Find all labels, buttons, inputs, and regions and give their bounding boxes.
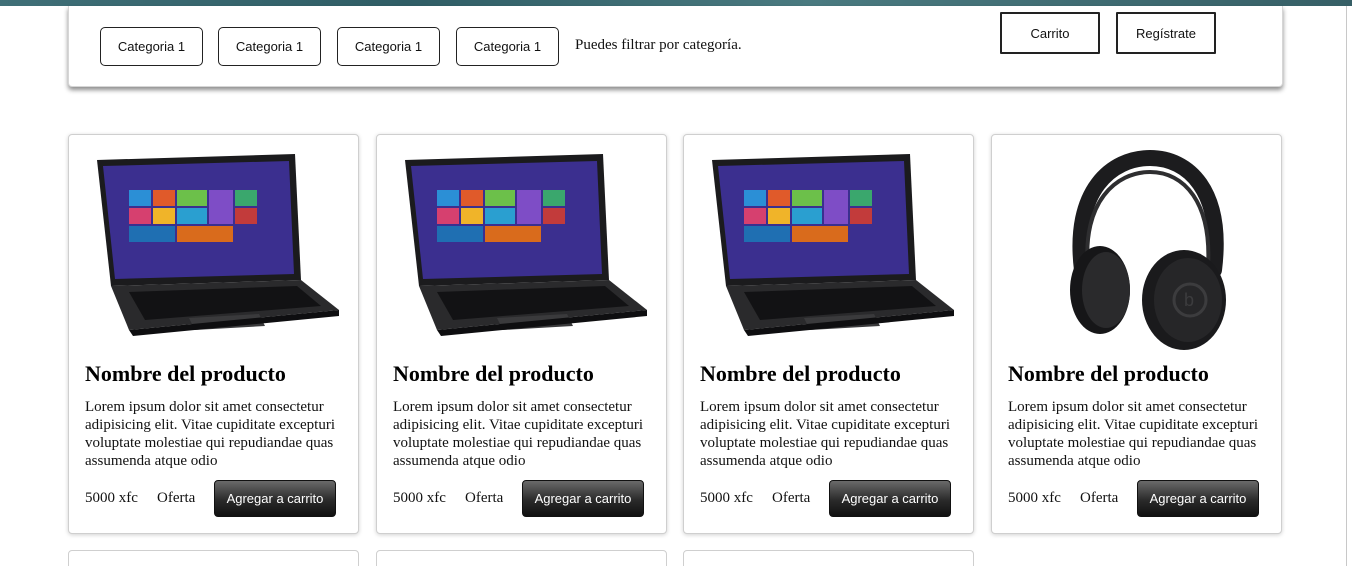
offer-label: Oferta	[1080, 490, 1119, 506]
product-name: Nombre del producto	[393, 361, 594, 386]
laptop-image	[405, 154, 647, 336]
product-price: 5000 xfc	[85, 490, 138, 506]
category-header: Categoria 1 Categoria 1 Categoria 1 Cate…	[68, 6, 1283, 87]
product-card: Nombre del producto Lorem ipsum dolor si…	[68, 134, 359, 534]
product-description: Lorem ipsum dolor sit amet consectetur a…	[85, 399, 335, 469]
laptop-image	[97, 154, 339, 336]
filter-hint: Puedes filtrar por categoría.	[575, 37, 742, 53]
product-price: 5000 xfc	[1008, 490, 1061, 506]
product-name: Nombre del producto	[700, 361, 901, 386]
headphones-image: b	[1070, 150, 1226, 350]
offer-label: Oferta	[772, 490, 811, 506]
product-card-partial	[68, 550, 359, 566]
laptop-image	[712, 154, 954, 336]
product-name: Nombre del producto	[1008, 361, 1209, 386]
cart-button[interactable]: Carrito	[1000, 12, 1100, 54]
register-button[interactable]: Regístrate	[1116, 12, 1216, 54]
category-button-2[interactable]: Categoria 1	[218, 27, 321, 66]
category-button-1[interactable]: Categoria 1	[100, 27, 203, 66]
add-to-cart-button[interactable]: Agregar a carrito	[829, 480, 951, 517]
product-description: Lorem ipsum dolor sit amet consectetur a…	[1008, 399, 1258, 469]
product-price: 5000 xfc	[700, 490, 753, 506]
product-card: Nombre del producto Lorem ipsum dolor si…	[683, 134, 974, 534]
category-button-4[interactable]: Categoria 1	[456, 27, 559, 66]
product-price: 5000 xfc	[393, 490, 446, 506]
product-description: Lorem ipsum dolor sit amet consectetur a…	[700, 399, 950, 469]
offer-label: Oferta	[157, 490, 196, 506]
page-right-divider	[1346, 6, 1347, 566]
offer-label: Oferta	[465, 490, 504, 506]
add-to-cart-button[interactable]: Agregar a carrito	[522, 480, 644, 517]
product-card-partial	[376, 550, 667, 566]
add-to-cart-button[interactable]: Agregar a carrito	[1137, 480, 1259, 517]
product-card-partial	[683, 550, 974, 566]
product-card: b Nombre del producto Lorem ipsum dolor …	[991, 134, 1282, 534]
product-name: Nombre del producto	[85, 361, 286, 386]
add-to-cart-button[interactable]: Agregar a carrito	[214, 480, 336, 517]
product-card: Nombre del producto Lorem ipsum dolor si…	[376, 134, 667, 534]
product-description: Lorem ipsum dolor sit amet consectetur a…	[393, 399, 643, 469]
svg-text:b: b	[1184, 290, 1194, 310]
category-button-3[interactable]: Categoria 1	[337, 27, 440, 66]
